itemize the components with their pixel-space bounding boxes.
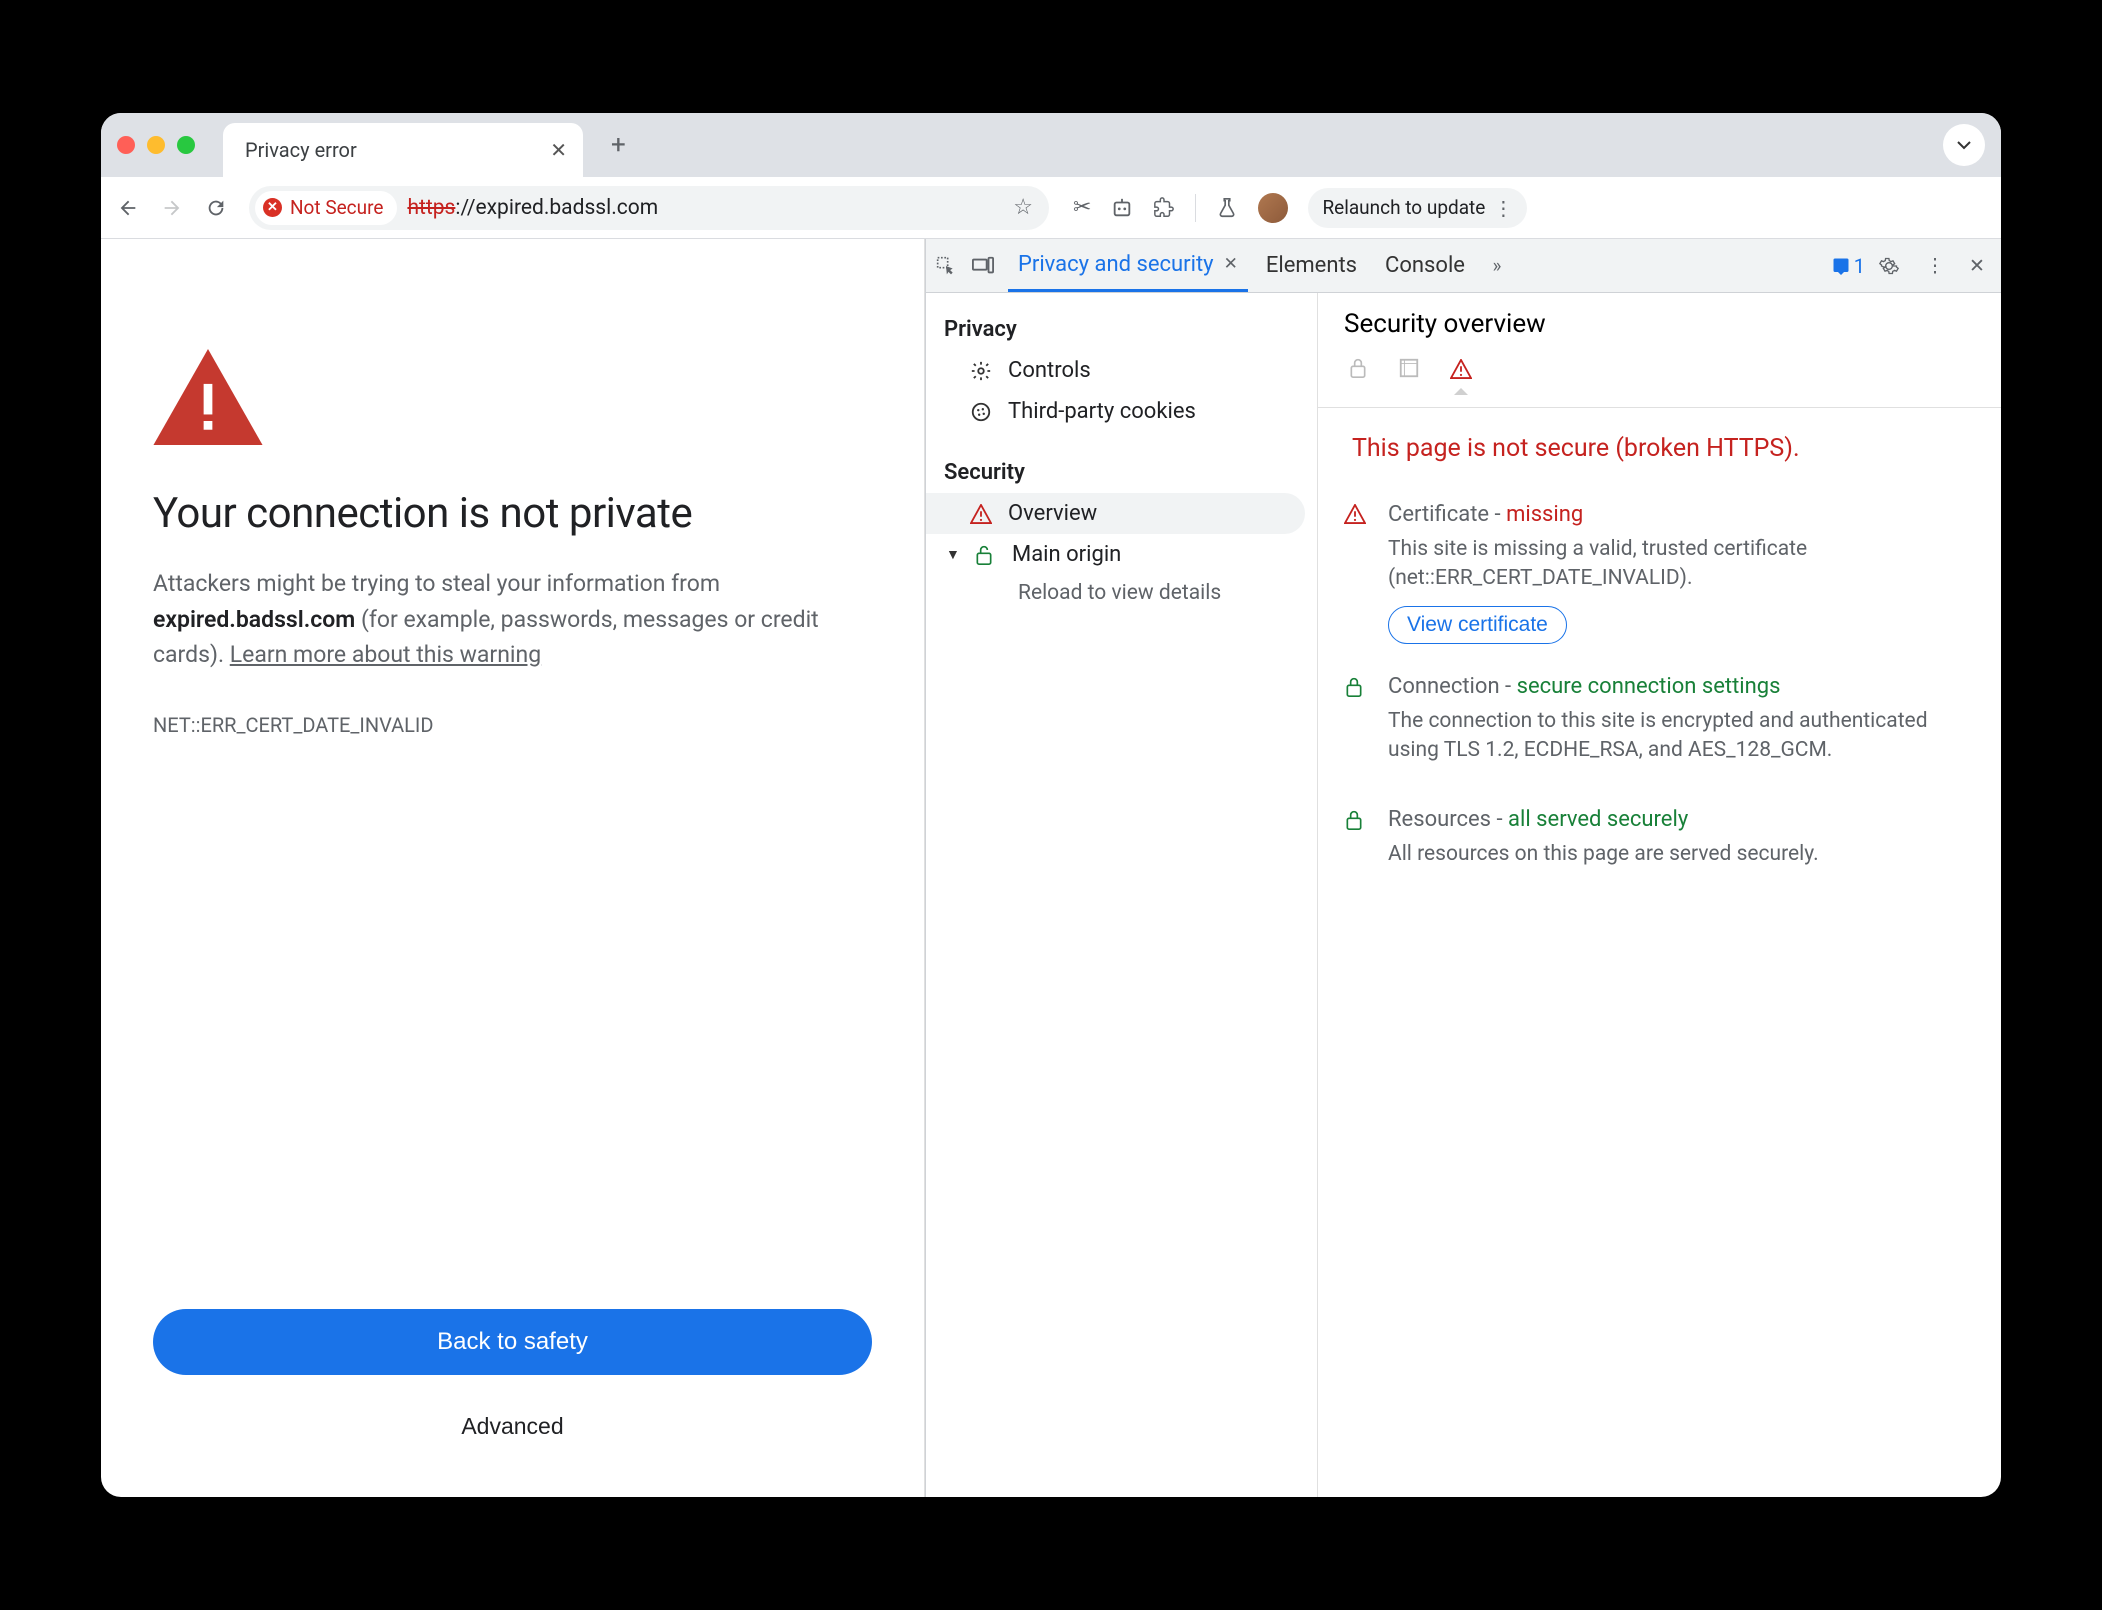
menu-kebab-icon[interactable]: ⋮ [1493, 196, 1513, 220]
tab-bar: Privacy error ✕ + [101, 113, 2001, 177]
tab-search-button[interactable] [1943, 124, 1985, 166]
sidebar-item-overview[interactable]: Overview [926, 493, 1305, 534]
browser-tab[interactable]: Privacy error ✕ [223, 123, 583, 177]
maximize-window-button[interactable] [177, 136, 195, 154]
close-panel-tab-icon[interactable]: ✕ [1224, 254, 1238, 274]
devtools-settings-gear-icon[interactable] [1879, 256, 1907, 276]
lock-open-icon [974, 544, 998, 566]
close-tab-button[interactable]: ✕ [550, 138, 567, 162]
relaunch-label: Relaunch to update [1322, 196, 1485, 219]
scissors-icon[interactable]: ✂ [1073, 195, 1091, 220]
issues-counter[interactable]: 1 [1832, 254, 1865, 278]
browser-window: Privacy error ✕ + ✕ Not Secure https://e… [101, 113, 2001, 1497]
security-chip[interactable]: ✕ Not Secure [255, 191, 397, 225]
connection-desc: The connection to this site is encrypted… [1388, 707, 1975, 766]
panel-divider [1318, 407, 2001, 408]
devtools-sidebar: Privacy Controls Third-party cookies Sec [926, 293, 1318, 1497]
resources-desc: All resources on this page are served se… [1388, 840, 1819, 869]
cookie-icon [970, 401, 994, 423]
device-toolbar-icon[interactable] [972, 256, 1000, 276]
error-body: Attackers might be trying to steal your … [153, 566, 872, 673]
toolbar-separator [1195, 194, 1196, 222]
not-secure-message: This page is not secure (broken HTTPS). [1344, 432, 1975, 466]
back-to-safety-button[interactable]: Back to safety [153, 1309, 872, 1375]
security-chip-label: Not Secure [290, 196, 383, 219]
devtools-tab-elements[interactable]: Elements [1256, 239, 1367, 292]
relaunch-button[interactable]: Relaunch to update ⋮ [1308, 188, 1527, 228]
connection-section: Connection - secure connection settings … [1344, 674, 1975, 778]
error-host: expired.badssl.com [153, 606, 355, 633]
sidebar-item-cookies[interactable]: Third-party cookies [926, 391, 1317, 432]
devtools: Privacy and security ✕ Elements Console … [925, 239, 2001, 1497]
advanced-button[interactable]: Advanced [153, 1403, 872, 1449]
toolbar-actions: ✂ Relaunch to update ⋮ [1073, 188, 1527, 228]
connection-title: Connection - secure connection settings [1388, 674, 1975, 699]
url-host: ://expired.badssl.com [455, 196, 658, 220]
devtools-tab-privacy-security[interactable]: Privacy and security ✕ [1008, 239, 1248, 292]
certificate-desc: This site is missing a valid, trusted ce… [1388, 535, 1975, 594]
expand-arrow-icon[interactable]: ▼ [946, 546, 960, 563]
interstitial-page: Your connection is not private Attackers… [101, 239, 925, 1497]
devtools-tab-console[interactable]: Console [1375, 239, 1475, 292]
overview-state-icons [1348, 357, 1975, 387]
url-text: https://expired.badssl.com [407, 196, 658, 220]
devtools-menu-kebab-icon[interactable]: ⋮ [1921, 254, 1949, 277]
window-controls [117, 136, 195, 154]
security-overview-panel: Security overview This page is not [1318, 293, 2001, 1497]
mixed-content-icon[interactable] [1398, 357, 1420, 387]
new-tab-button[interactable]: + [599, 124, 638, 166]
close-window-button[interactable] [117, 136, 135, 154]
lock-icon [1344, 674, 1370, 778]
error-headline: Your connection is not private [153, 489, 872, 538]
sidebar-heading-privacy: Privacy [926, 307, 1317, 350]
resources-title: Resources - all served securely [1388, 807, 1819, 832]
extensions-puzzle-icon[interactable] [1153, 197, 1175, 219]
warning-triangle-icon [970, 504, 994, 524]
content-area: Your connection is not private Attackers… [101, 239, 2001, 1497]
error-code: NET::ERR_CERT_DATE_INVALID [153, 713, 872, 737]
minimize-window-button[interactable] [147, 136, 165, 154]
certificate-title: Certificate - missing [1388, 502, 1975, 527]
learn-more-link[interactable]: Learn more about this warning [230, 641, 541, 668]
lock-icon[interactable] [1348, 357, 1368, 387]
gear-icon [970, 360, 994, 382]
devtools-body: Privacy Controls Third-party cookies Sec [926, 293, 2001, 1497]
view-certificate-button[interactable]: View certificate [1388, 606, 1567, 644]
more-tabs-chevron-icon[interactable]: » [1483, 254, 1511, 277]
inspect-element-icon[interactable] [936, 256, 964, 276]
labs-flask-icon[interactable] [1216, 197, 1238, 219]
address-bar[interactable]: ✕ Not Secure https://expired.badssl.com … [249, 186, 1049, 230]
toolbar: ✕ Not Secure https://expired.badssl.com … [101, 177, 2001, 239]
warning-triangle-icon [1344, 502, 1370, 644]
sidebar-item-main-origin[interactable]: ▼ Main origin [926, 534, 1317, 575]
sidebar-item-controls[interactable]: Controls [926, 350, 1317, 391]
resources-section: Resources - all served securely All reso… [1344, 807, 1975, 881]
devtools-tabbar: Privacy and security ✕ Elements Console … [926, 239, 2001, 293]
sidebar-heading-security: Security [926, 450, 1317, 493]
devtools-close-icon[interactable]: ✕ [1963, 254, 1991, 277]
issues-count: 1 [1854, 254, 1865, 278]
panel-title: Security overview [1344, 309, 1975, 339]
url-scheme: https [407, 196, 455, 220]
warning-icon[interactable] [1450, 359, 1472, 387]
certificate-section: Certificate - missing This site is missi… [1344, 502, 1975, 644]
forward-button[interactable] [161, 197, 191, 219]
profile-avatar[interactable] [1258, 193, 1288, 223]
reload-button[interactable] [205, 197, 235, 219]
not-secure-icon: ✕ [263, 198, 282, 217]
sidebar-reload-hint: Reload to view details [926, 575, 1317, 611]
bookmark-star-icon[interactable]: ☆ [1013, 195, 1033, 220]
warning-triangle-icon [153, 349, 263, 445]
back-button[interactable] [117, 197, 147, 219]
extension-robot-icon[interactable] [1111, 197, 1133, 219]
lock-icon [1344, 807, 1370, 881]
tab-title: Privacy error [245, 138, 357, 162]
